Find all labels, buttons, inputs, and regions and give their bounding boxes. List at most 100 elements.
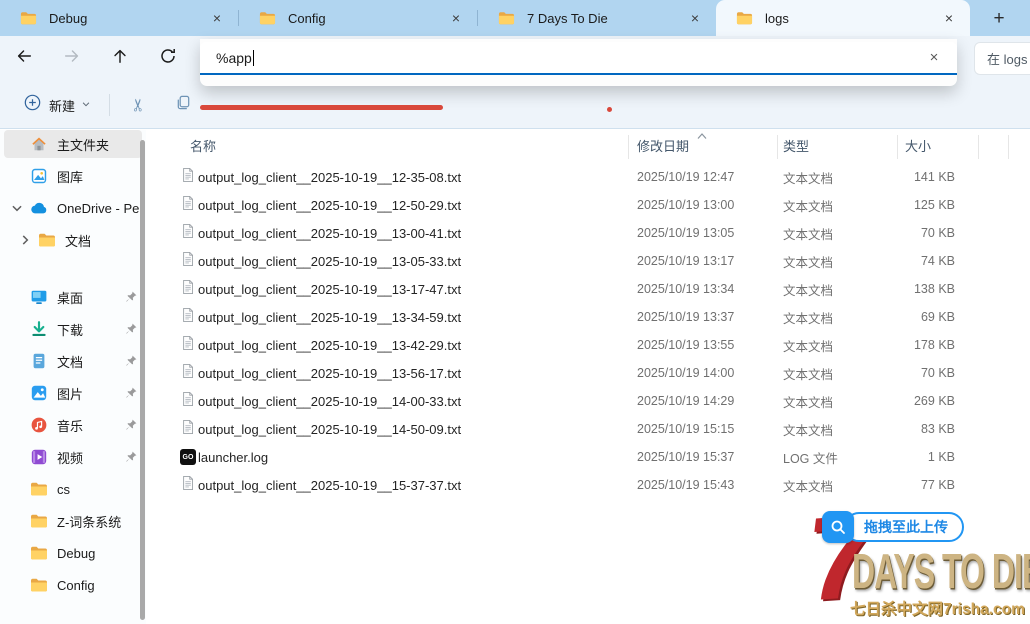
- sidebar-item-label: Debug: [57, 546, 142, 561]
- file-row[interactable]: output_log_client__2025-10-19__14-50-09.…: [150, 415, 1030, 443]
- column-divider[interactable]: [1008, 135, 1009, 159]
- sidebar-item[interactable]: Config: [4, 571, 142, 599]
- sidebar-item[interactable]: 桌面: [4, 283, 142, 311]
- home-icon: [30, 135, 48, 153]
- chevron-down-icon[interactable]: [10, 201, 24, 215]
- sidebar-item[interactable]: 音乐: [4, 411, 142, 439]
- close-tab-icon[interactable]: ×: [684, 7, 706, 29]
- sidebar-item-label: 视频: [57, 448, 124, 467]
- close-tab-icon[interactable]: ×: [206, 7, 228, 29]
- cut-button[interactable]: ✂: [122, 89, 156, 121]
- sidebar-item-label: 桌面: [57, 288, 124, 307]
- column-header-size[interactable]: 大小: [905, 136, 955, 155]
- sidebar-item[interactable]: Debug: [4, 539, 142, 567]
- sidebar-item[interactable]: 图片: [4, 379, 142, 407]
- column-header-date[interactable]: 修改日期: [637, 136, 783, 155]
- document-icon: [30, 352, 48, 370]
- sidebar-item-label: OneDrive - Per: [57, 201, 142, 216]
- clear-address-icon[interactable]: ×: [923, 47, 945, 69]
- explorer-tab[interactable]: Config×: [239, 0, 477, 36]
- column-header-type[interactable]: 类型: [783, 136, 905, 155]
- file-date: 2025/10/19 13:17: [637, 254, 783, 268]
- pin-icon: [124, 322, 138, 336]
- back-button[interactable]: [8, 42, 40, 74]
- file-name: output_log_client__2025-10-19__13-00-41.…: [198, 226, 637, 241]
- sidebar-item-label: 下载: [57, 320, 124, 339]
- close-tab-icon[interactable]: ×: [445, 7, 467, 29]
- copy-button[interactable]: [166, 89, 200, 121]
- explorer-tab[interactable]: Debug×: [0, 0, 238, 36]
- column-divider[interactable]: [628, 135, 629, 159]
- pin-icon: [124, 418, 138, 432]
- tab-label: 7 Days To Die: [527, 11, 684, 26]
- sidebar-item-label: cs: [57, 482, 142, 497]
- file-size: 74 KB: [905, 254, 955, 268]
- file-type: 文本文档: [783, 224, 905, 243]
- close-tab-icon[interactable]: ×: [938, 7, 960, 29]
- file-date: 2025/10/19 14:29: [637, 394, 783, 408]
- tab-label: Debug: [49, 11, 206, 26]
- file-row[interactable]: output_log_client__2025-10-19__13-42-29.…: [150, 331, 1030, 359]
- file-name: output_log_client__2025-10-19__13-34-59.…: [198, 310, 637, 325]
- toolbar-separator: [0, 128, 1030, 129]
- go-file-icon: GO: [180, 449, 196, 465]
- file-row[interactable]: output_log_client__2025-10-19__12-50-29.…: [150, 191, 1030, 219]
- file-row[interactable]: output_log_client__2025-10-19__14-00-33.…: [150, 387, 1030, 415]
- pin-icon: [124, 386, 138, 400]
- tab-label: Config: [288, 11, 445, 26]
- forward-icon: [63, 47, 81, 70]
- sidebar-item[interactable]: 文档: [4, 226, 142, 254]
- sidebar-item[interactable]: 图库: [4, 162, 142, 190]
- chevron-right-icon[interactable]: [18, 233, 32, 247]
- txt-file-icon: [181, 251, 195, 272]
- txt-file-icon: [181, 195, 195, 216]
- new-tab-button[interactable]: +: [984, 4, 1014, 34]
- file-row[interactable]: output_log_client__2025-10-19__13-34-59.…: [150, 303, 1030, 331]
- file-date: 2025/10/19 14:00: [637, 366, 783, 380]
- sidebar-item[interactable]: OneDrive - Per: [4, 194, 142, 222]
- file-date: 2025/10/19 13:55: [637, 338, 783, 352]
- sidebar-item[interactable]: Z-词条系统: [4, 507, 142, 535]
- search-placeholder: 在 logs 中搜索: [987, 49, 1030, 68]
- sidebar-item[interactable]: 下载: [4, 315, 142, 343]
- column-divider[interactable]: [978, 135, 979, 159]
- file-name: output_log_client__2025-10-19__13-05-33.…: [198, 254, 637, 269]
- file-date: 2025/10/19 13:34: [637, 282, 783, 296]
- explorer-tab[interactable]: logs×: [716, 0, 970, 36]
- column-divider[interactable]: [777, 135, 778, 159]
- file-date: 2025/10/19 15:15: [637, 422, 783, 436]
- file-row[interactable]: output_log_client__2025-10-19__13-56-17.…: [150, 359, 1030, 387]
- address-bar-input[interactable]: %app ×: [200, 42, 957, 75]
- file-name: output_log_client__2025-10-19__13-56-17.…: [198, 366, 637, 381]
- explorer-tab[interactable]: 7 Days To Die×: [478, 0, 716, 36]
- sidebar-item[interactable]: 文档: [4, 347, 142, 375]
- column-divider[interactable]: [897, 135, 898, 159]
- file-rows: output_log_client__2025-10-19__12-35-08.…: [150, 163, 1030, 499]
- file-row[interactable]: output_log_client__2025-10-19__12-35-08.…: [150, 163, 1030, 191]
- download-icon: [30, 320, 48, 338]
- sidebar-item[interactable]: 主文件夹: [4, 130, 142, 158]
- forward-button[interactable]: [56, 42, 88, 74]
- refresh-button[interactable]: [152, 42, 184, 74]
- file-row[interactable]: GOlauncher.log2025/10/19 15:37LOG 文件1 KB: [150, 443, 1030, 471]
- file-row[interactable]: output_log_client__2025-10-19__13-00-41.…: [150, 219, 1030, 247]
- file-row[interactable]: output_log_client__2025-10-19__15-37-37.…: [150, 471, 1030, 499]
- sidebar-scrollbar[interactable]: [140, 140, 145, 620]
- file-name: output_log_client__2025-10-19__13-17-47.…: [198, 282, 637, 297]
- file-row[interactable]: output_log_client__2025-10-19__13-05-33.…: [150, 247, 1030, 275]
- up-button[interactable]: [104, 42, 136, 74]
- sidebar-item[interactable]: 视频: [4, 443, 142, 471]
- column-header-name[interactable]: 名称: [190, 136, 637, 155]
- file-date: 2025/10/19 12:47: [637, 170, 783, 184]
- folder-icon: [259, 11, 276, 25]
- pin-icon: [124, 450, 138, 464]
- txt-file-icon: [181, 391, 195, 412]
- sidebar-item[interactable]: cs: [4, 475, 142, 503]
- folder-icon: [30, 512, 48, 530]
- file-row[interactable]: output_log_client__2025-10-19__13-17-47.…: [150, 275, 1030, 303]
- upload-button[interactable]: 拖拽至此上传: [822, 511, 964, 543]
- new-button[interactable]: 新建: [16, 88, 99, 122]
- search-input[interactable]: 在 logs 中搜索: [974, 42, 1030, 75]
- address-bar-value: %app: [216, 50, 252, 66]
- txt-file-icon: [181, 475, 195, 496]
